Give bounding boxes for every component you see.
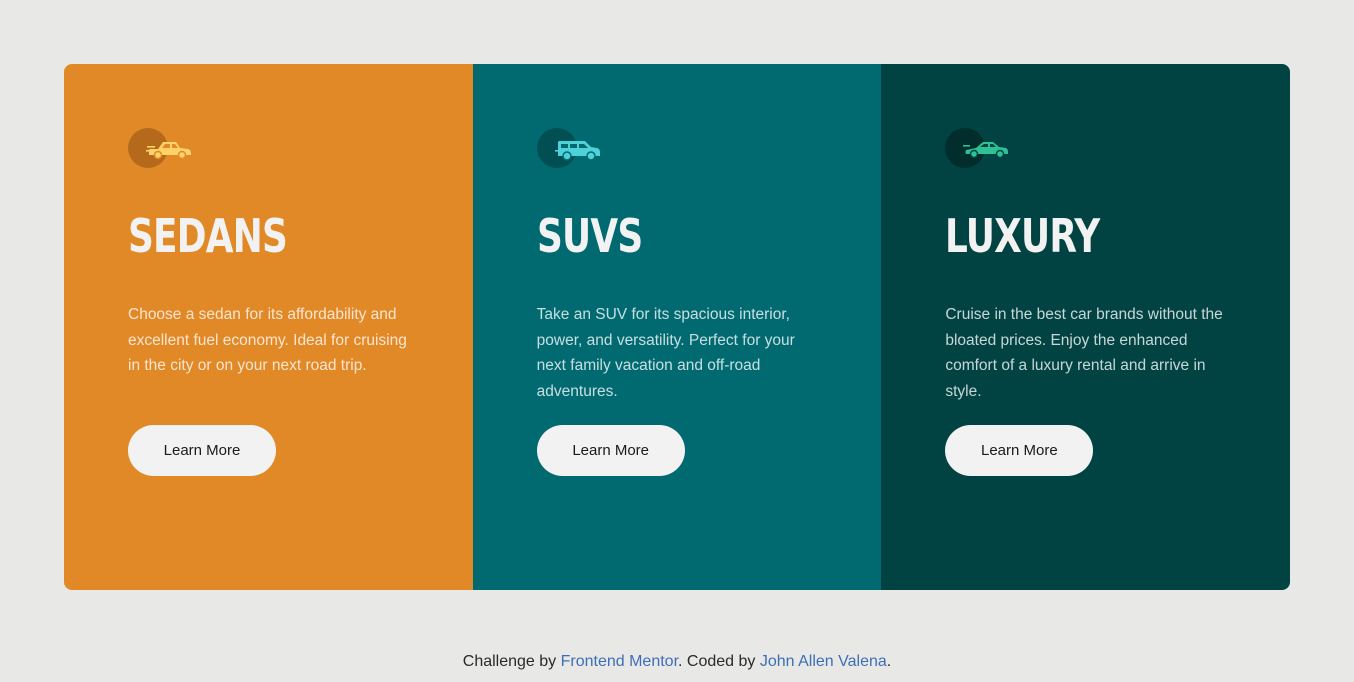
card-description: Take an SUV for its spacious interior, p… — [536, 306, 795, 400]
author-link[interactable]: John Allen Valena — [760, 653, 887, 670]
card-description: Choose a sedan for its affordability and… — [128, 306, 407, 375]
learn-more-button-luxury[interactable]: Learn More — [945, 425, 1094, 476]
card-sedans: Sedans Choose a sedan for its affordabil… — [64, 64, 473, 590]
card-suvs: SUVs Take an SUV for its spacious interi… — [472, 64, 882, 590]
footer-middle: . Coded by — [678, 653, 760, 670]
frontend-mentor-link[interactable]: Frontend Mentor — [561, 653, 678, 670]
sedan-car-icon — [128, 128, 192, 168]
card-title: Luxury — [945, 209, 1100, 263]
suv-car-icon — [536, 128, 601, 168]
card-luxury: Luxury Cruise in the best car brands wit… — [881, 64, 1290, 590]
card-title: Sedans — [128, 209, 288, 263]
footer-suffix: . — [886, 653, 892, 670]
card-description: Cruise in the best car brands without th… — [945, 306, 1223, 400]
luxury-car-icon — [945, 128, 1009, 168]
learn-more-button-sedans[interactable]: Learn More — [128, 425, 276, 476]
attribution-footer: Challenge by Frontend Mentor. Coded by J… — [0, 653, 1354, 671]
card-title: SUVs — [536, 209, 643, 263]
footer-prefix: Challenge by — [462, 653, 561, 670]
cards-container: Sedans Choose a sedan for its affordabil… — [64, 64, 1290, 590]
learn-more-button-suvs[interactable]: Learn More — [536, 425, 685, 476]
